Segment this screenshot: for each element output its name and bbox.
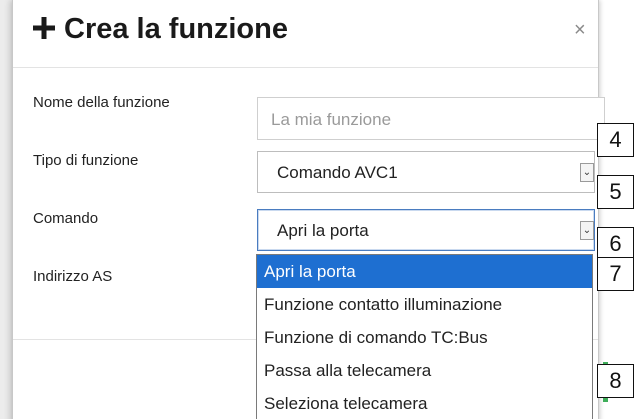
backdrop-right <box>597 0 641 419</box>
close-icon[interactable]: × <box>574 19 586 42</box>
dialog-title-text: Crea la funzione <box>64 13 288 45</box>
command-label: Comando <box>33 210 99 227</box>
as-address-label: Indirizzo AS <box>33 268 113 285</box>
dropdown-option[interactable]: Passa alla telecamera <box>257 354 592 387</box>
function-name-input[interactable]: La mia funzione <box>257 97 605 140</box>
callout-badge: 7 <box>597 257 634 291</box>
function-type-select[interactable]: Comando AVC1 ⌄ <box>257 151 595 193</box>
callout-badge: 6 <box>597 227 634 261</box>
screen: Crea la funzione × Nome della funzione L… <box>0 0 641 419</box>
dropdown-option[interactable]: Apri la porta <box>257 255 592 288</box>
function-name-label: Nome della funzione <box>33 94 170 111</box>
function-type-label: Tipo di funzione <box>33 152 139 169</box>
dropdown-option[interactable]: Funzione contatto illuminazione <box>257 288 592 321</box>
callout-badge: 8 <box>597 364 634 398</box>
callout-badge: 5 <box>597 175 634 209</box>
backdrop <box>0 0 12 419</box>
dialog-title: Crea la funzione <box>32 13 288 46</box>
function-type-value: Comando AVC1 <box>277 163 398 182</box>
command-select[interactable]: Apri la porta ⌄ <box>257 209 595 251</box>
chevron-down-icon[interactable]: ⌄ <box>580 163 594 182</box>
dropdown-option[interactable]: Funzione di comando TC:Bus <box>257 321 592 354</box>
dialog-header: Crea la funzione × <box>13 0 598 68</box>
command-dropdown-list[interactable]: Apri la porta Funzione contatto illumina… <box>256 254 593 419</box>
chevron-down-icon[interactable]: ⌄ <box>580 221 594 240</box>
dropdown-option[interactable]: Seleziona telecamera <box>257 387 592 419</box>
plus-icon <box>32 13 58 42</box>
command-value: Apri la porta <box>277 221 369 240</box>
callout-badge: 4 <box>597 123 634 157</box>
